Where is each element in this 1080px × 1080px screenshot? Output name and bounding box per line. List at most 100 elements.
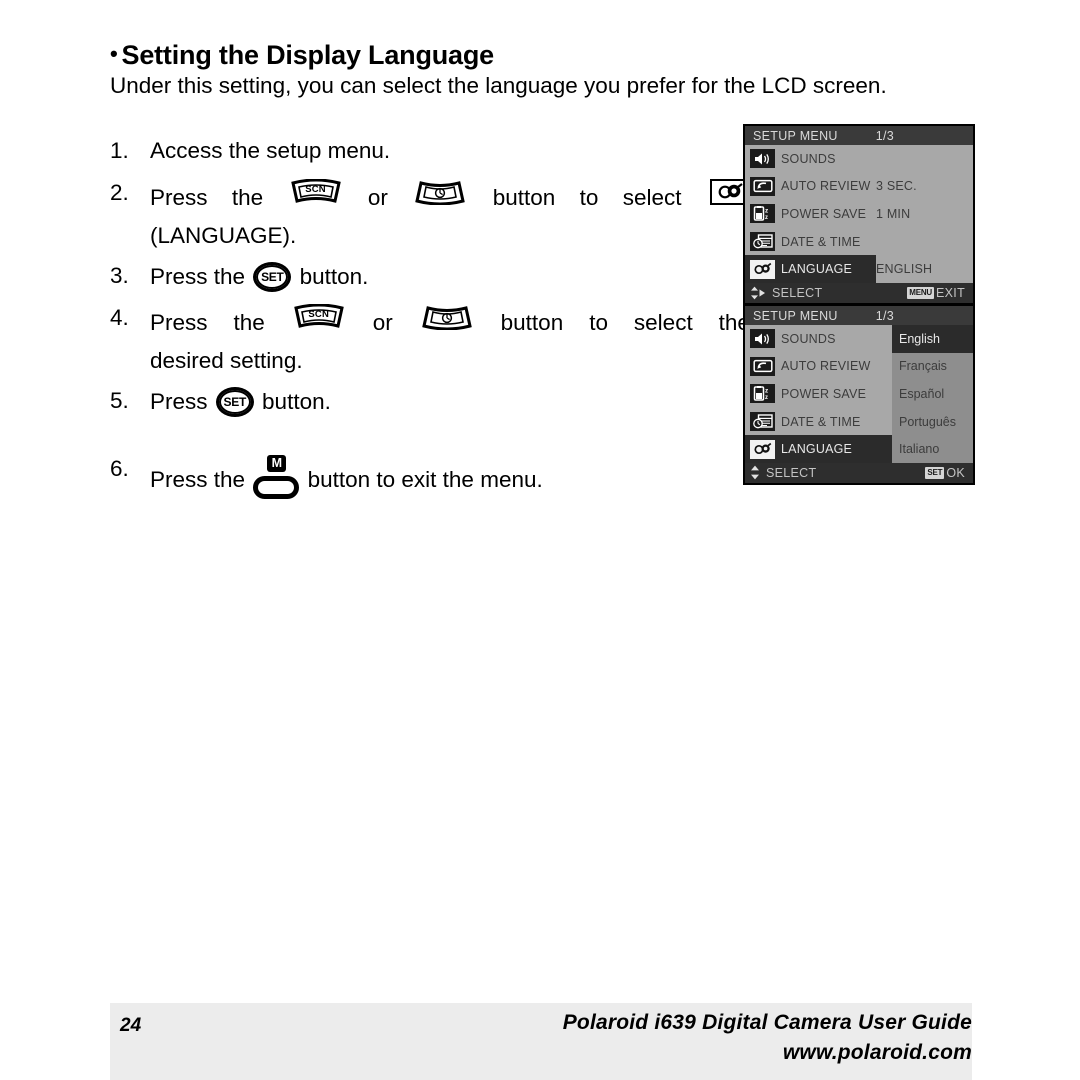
step-1-text: Access the setup menu. xyxy=(150,138,391,163)
step-4-button-word: button xyxy=(500,310,564,335)
menu-row-label: AUTO REVIEW xyxy=(781,179,871,194)
page-title: • Setting the Display Language xyxy=(110,40,810,71)
step-1: 1. Access the setup menu. xyxy=(110,137,730,165)
step-3-number: 3. xyxy=(110,263,129,288)
scn-button-icon: SCN xyxy=(290,179,342,205)
menu-button-icon: M xyxy=(253,455,300,501)
auto-review-icon xyxy=(750,176,775,196)
date-time-icon xyxy=(750,232,775,252)
menu-row-auto-review[interactable]: AUTO REVIEW 3 SEC. xyxy=(745,173,973,201)
lcd-body: SOUNDS AUTO REVIEW z z POWER SAVE DATE &… xyxy=(745,325,973,463)
menu-row-sounds[interactable]: SOUNDS xyxy=(745,325,892,353)
menu-row-label: LANGUAGE xyxy=(781,442,853,457)
power-save-icon: z z xyxy=(750,204,775,224)
language-option-francais[interactable]: Français xyxy=(892,353,973,381)
menu-row-language[interactable]: LANGUAGE ENGLISH xyxy=(745,255,973,283)
menu-row-language[interactable]: LANGUAGE xyxy=(745,435,892,463)
lcd-footer-ok: OK xyxy=(946,465,965,480)
menu-row-label: POWER SAVE xyxy=(781,386,867,401)
language-icon xyxy=(750,439,775,459)
manual-page: • Setting the Display Language Under this… xyxy=(0,0,1080,1080)
menu-row-label: LANGUAGE xyxy=(781,262,853,277)
self-timer-button-icon xyxy=(414,179,466,205)
page-number: 24 xyxy=(120,1015,142,1036)
self-timer-button-icon xyxy=(421,304,473,330)
auto-review-icon xyxy=(750,356,775,376)
language-icon xyxy=(750,259,775,279)
website-url: www.polaroid.com xyxy=(782,1041,972,1064)
set-button-label: SET xyxy=(261,270,284,284)
steps-list: 1. Access the setup menu. 2. Press the S… xyxy=(110,137,750,513)
set-button-icon: SET xyxy=(215,387,254,417)
svg-text:z: z xyxy=(765,215,768,221)
page-title-text: Setting the Display Language xyxy=(121,40,495,70)
scn-button-label: SCN xyxy=(305,184,326,195)
step-5: 5. Press SET button. xyxy=(110,387,730,417)
lcd-header-title: SETUP MENU xyxy=(753,308,838,323)
step-3: 3. Press the SET button. xyxy=(110,262,730,292)
step-6-number: 6. xyxy=(110,456,129,481)
lcd-footer-exit: EXIT xyxy=(936,285,965,300)
menu-row-power-save[interactable]: z z POWER SAVE 1 MIN xyxy=(745,200,973,228)
menu-row-auto-review[interactable]: AUTO REVIEW xyxy=(745,353,892,381)
menu-tag: MENU xyxy=(907,286,935,299)
menu-row-value: 3 SEC. xyxy=(876,179,917,194)
menu-row-label: POWER SAVE xyxy=(781,206,867,221)
lcd-footer: SELECT SET OK xyxy=(745,462,973,483)
step-6-post: button to exit the menu. xyxy=(307,467,543,492)
lcd-header: SETUP MENU 1/3 xyxy=(745,306,973,325)
menu-row-power-save[interactable]: z z POWER SAVE xyxy=(745,380,892,408)
step-3-post: button. xyxy=(299,264,369,289)
language-option-italiano[interactable]: Italiano xyxy=(892,435,973,463)
lcd-header-page: 1/3 xyxy=(875,308,895,323)
set-button-label: SET xyxy=(223,395,247,409)
speaker-icon xyxy=(750,149,775,169)
menu-row-value: ENGLISH xyxy=(876,262,933,277)
power-save-icon: z z xyxy=(750,384,775,404)
language-option-espanol[interactable]: Español xyxy=(892,380,973,408)
lcd-footer-select: SELECT xyxy=(766,465,817,480)
lcd-footer-select: SELECT xyxy=(772,285,823,300)
lcd-setup-menu: SETUP MENU 1/3 SOUNDS AUTO REVIEW 3 SEC.… xyxy=(743,124,975,305)
language-option-portugues[interactable]: Português xyxy=(892,408,973,436)
lcd-body: SOUNDS AUTO REVIEW 3 SEC. z z POWER SAVE… xyxy=(745,145,973,283)
menu-row-date-time[interactable]: DATE & TIME xyxy=(745,228,973,256)
menu-row-date-time[interactable]: DATE & TIME xyxy=(745,408,892,436)
step-4-the: the xyxy=(233,310,265,335)
step-5-number: 5. xyxy=(110,388,129,413)
step-1-number: 1. xyxy=(110,138,129,163)
language-option-list: English Français Español Português Itali… xyxy=(892,325,973,463)
step-4: 4. Press the SCN or button to select the… xyxy=(110,304,750,375)
lcd-footer-exit-group: MENU EXIT xyxy=(907,286,965,300)
menu-row-label: DATE & TIME xyxy=(781,234,861,249)
step-2-the: the xyxy=(231,185,264,210)
bullet-icon: • xyxy=(110,41,118,66)
lcd-header-title: SETUP MENU xyxy=(753,128,838,143)
step-2-to: to xyxy=(579,185,599,210)
speaker-icon xyxy=(750,329,775,349)
svg-text:z: z xyxy=(765,208,769,215)
scn-button-label: SCN xyxy=(308,309,330,320)
set-tag: SET xyxy=(925,466,945,479)
menu-row-label: SOUNDS xyxy=(781,331,836,346)
date-time-icon xyxy=(750,412,775,432)
lcd-header-page: 1/3 xyxy=(875,128,895,143)
step-4-select: select xyxy=(633,310,693,335)
scn-button-icon: SCN xyxy=(293,304,345,330)
menu-row-sounds[interactable]: SOUNDS xyxy=(745,145,973,173)
language-option-english[interactable]: English xyxy=(892,325,973,353)
step-4-press: Press xyxy=(150,310,208,335)
step-6-press: Press the xyxy=(150,467,246,492)
menu-row-label: SOUNDS xyxy=(781,151,836,166)
step-3-press: Press the xyxy=(150,264,246,289)
lcd-language-options: SETUP MENU 1/3 SOUNDS AUTO REVIEW z z PO… xyxy=(743,304,975,485)
step-2-or: or xyxy=(367,185,388,210)
menu-row-label: DATE & TIME xyxy=(781,414,861,429)
up-down-arrows-icon xyxy=(750,465,760,480)
step-5-press: Press xyxy=(150,389,208,414)
lcd-footer: SELECT MENU EXIT xyxy=(745,282,973,303)
step-2-button-word: button xyxy=(492,185,556,210)
menu-button-pill xyxy=(253,476,300,499)
step-5-post: button. xyxy=(262,389,331,414)
step-4-number: 4. xyxy=(110,305,129,330)
